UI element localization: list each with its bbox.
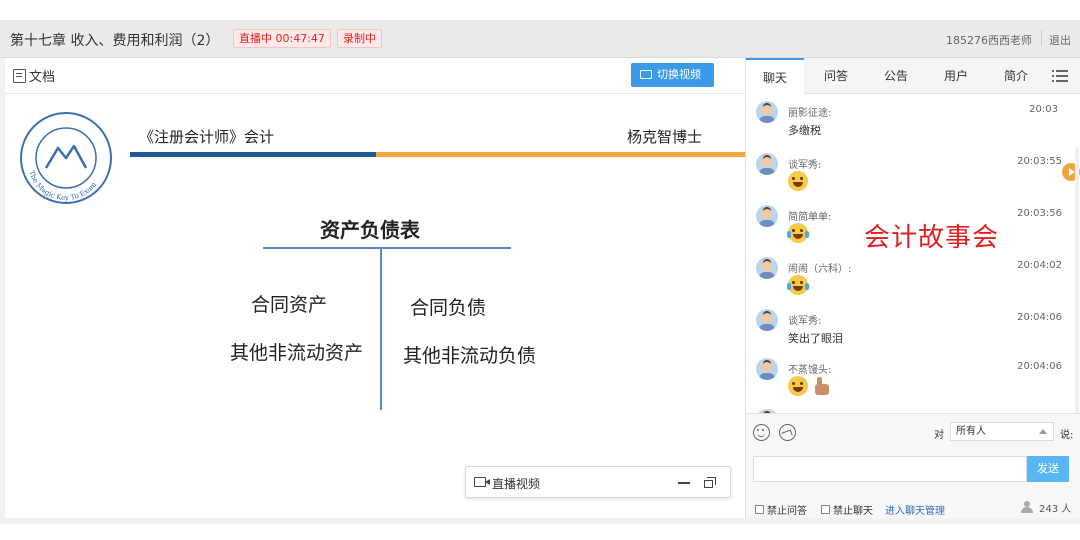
chat-message: 谈军秀: 20:03:55 <box>746 151 1076 203</box>
message-time: 20:04:06 <box>1017 361 1062 372</box>
live-classroom-window: 第十七章 收入、费用和利润（2） 直播中 00:47:47 录制中 185276… <box>0 20 1080 524</box>
recipient-value: 所有人 <box>956 426 986 437</box>
divider <box>1041 30 1042 46</box>
chat-message: 谈军秀: 20:04:06 笑出了眼泪 <box>746 307 1076 359</box>
say-label: 说: <box>1060 430 1074 441</box>
message-sender: 丽影征途: <box>788 108 832 119</box>
camera-icon <box>474 477 490 487</box>
liability-item: 其他非流动负债 <box>403 345 537 367</box>
tab-users[interactable]: 用户 <box>936 58 976 94</box>
t-account-vertical-line <box>380 248 382 410</box>
message-text: 多缴税 <box>788 124 821 137</box>
tab-announcement[interactable]: 公告 <box>876 58 916 94</box>
chat-message-list: 丽影征途: 20:03 多缴税 谈军秀: 20:03:55 简简单单: 20:0… <box>746 95 1080 413</box>
message-sender: 闹闹（六科）: <box>788 264 852 275</box>
message-sender: 谈军秀: <box>788 160 822 171</box>
message-sender: 谈军秀: <box>788 316 822 327</box>
slide-author: 杨克智博士 <box>627 128 703 146</box>
caret-up-icon <box>1039 429 1047 434</box>
chat-scrollbar[interactable] <box>1075 147 1079 413</box>
course-title: 第十七章 收入、费用和利润（2） <box>10 33 220 49</box>
switch-video-button[interactable]: 切换视频 <box>631 63 714 87</box>
grin-emoji-icon <box>788 171 808 191</box>
message-time: 20:03:55 <box>1017 156 1062 167</box>
logout-button[interactable]: 退出 <box>1049 32 1071 48</box>
switch-video-label: 切换视频 <box>657 68 701 81</box>
chat-manage-link[interactable]: 进入聊天管理 <box>885 502 945 517</box>
avatar <box>756 257 778 279</box>
avatar <box>756 153 778 175</box>
header-rule-blue <box>130 152 376 157</box>
slide-subject: 《注册会计师》会计 <box>139 128 275 146</box>
document-tab[interactable]: 文档 <box>13 66 55 85</box>
chat-message: 闹闹（六科）: 20:04:02 <box>746 255 1076 307</box>
chat-tab-bar: 聊天 问答 公告 用户 简介 <box>746 58 1080 95</box>
avatar <box>756 358 778 380</box>
message-time: 20:03:56 <box>1017 208 1062 219</box>
message-sender: 不蒸馒头: <box>788 365 832 376</box>
app-root: 第十七章 收入、费用和利润（2） 直播中 00:47:47 录制中 185276… <box>0 0 1080 540</box>
restore-window-icon[interactable] <box>704 477 717 488</box>
message-time: 20:03 <box>1029 104 1058 115</box>
thumbs-up-icon <box>812 376 832 396</box>
chat-message: 不蒸馒头: 20:04:06 <box>746 356 1076 408</box>
message-text: 笑出了眼泪 <box>788 332 843 345</box>
document-panel: 文档 切换视频 The Magic Key To Exam 《注册会计师》会计 … <box>5 58 745 518</box>
checkbox-box[interactable] <box>821 505 830 514</box>
document-tab-label: 文档 <box>29 70 56 85</box>
chat-panel: 聊天 问答 公告 用户 简介 丽影征途: 20:03 多缴税 谈军秀: 20:0… <box>745 58 1080 518</box>
chat-message: 丽影征途: 20:03 多缴税 <box>746 99 1076 151</box>
live-status-badge: 直播中 00:47:47 <box>233 29 331 48</box>
send-button[interactable]: 发送 <box>1027 456 1069 482</box>
tab-qa[interactable]: 问答 <box>816 58 856 94</box>
asset-item: 合同资产 <box>251 294 328 316</box>
avatar <box>756 205 778 227</box>
user-name: 185276西西老师 <box>946 34 1032 47</box>
message-time: 20:04:02 <box>1017 260 1062 271</box>
emoji-picker-icon[interactable] <box>753 424 770 441</box>
switch-icon <box>640 70 652 79</box>
disable-chat-label: 禁止聊天 <box>833 506 873 517</box>
exam-logo: The Magic Key To Exam <box>20 112 112 204</box>
live-video-label: 直播视频 <box>492 477 541 491</box>
disable-qa-label: 禁止问答 <box>767 506 807 517</box>
users-icon <box>1020 501 1034 513</box>
online-count: 243 人 <box>1039 504 1072 515</box>
recipient-select[interactable]: 所有人 <box>950 422 1054 441</box>
image-upload-icon[interactable] <box>779 424 796 441</box>
tears-of-joy-emoji-icon <box>787 275 809 295</box>
avatar <box>756 309 778 331</box>
minimize-icon[interactable] <box>678 482 690 484</box>
tab-chat[interactable]: 聊天 <box>746 58 804 95</box>
document-toolbar: 文档 切换视频 <box>5 58 745 94</box>
slide-canvas: The Magic Key To Exam 《注册会计师》会计 杨克智博士 资产… <box>5 94 745 518</box>
overlay-caption: 会计故事会 <box>864 223 1000 253</box>
t-account-horizontal-line <box>263 247 511 249</box>
liability-item: 合同负债 <box>410 297 487 319</box>
chat-input-area: 对 所有人 说: 发送 禁止问答 禁止聊天 进入聊天管理 243 人 <box>746 413 1080 518</box>
header-rule-orange <box>376 152 745 157</box>
asset-item: 其他非流动资产 <box>230 342 364 364</box>
menu-list-icon[interactable] <box>1052 70 1068 82</box>
checkbox-box[interactable] <box>755 505 764 514</box>
document-icon <box>13 68 26 83</box>
tears-of-joy-emoji-icon <box>787 223 809 243</box>
recording-badge: 录制中 <box>337 29 382 48</box>
disable-chat-checkbox[interactable]: 禁止聊天 <box>821 502 873 517</box>
tab-intro[interactable]: 简介 <box>996 58 1036 94</box>
grin-emoji-icon <box>788 376 808 396</box>
top-bar: 第十七章 收入、费用和利润（2） 直播中 00:47:47 录制中 185276… <box>0 20 1080 58</box>
to-label: 对 <box>934 430 944 441</box>
balance-sheet-title: 资产负债表 <box>320 218 420 242</box>
live-video-window[interactable]: 直播视频 <box>465 466 731 498</box>
message-sender: 简简单单: <box>788 212 832 223</box>
message-time: 20:04:06 <box>1017 312 1062 323</box>
avatar <box>756 101 778 123</box>
chat-message-input[interactable] <box>753 456 1027 482</box>
disable-qa-checkbox[interactable]: 禁止问答 <box>755 502 807 517</box>
